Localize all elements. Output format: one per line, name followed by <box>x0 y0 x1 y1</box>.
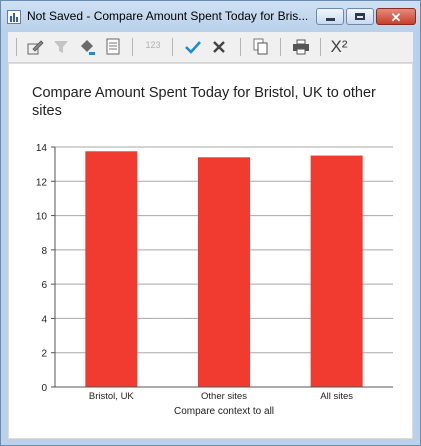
chart-window: Not Saved - Compare Amount Spent Today f… <box>0 0 421 446</box>
edit-icon[interactable] <box>24 36 46 58</box>
y-tick-label: 14 <box>36 143 48 154</box>
x-icon[interactable] <box>208 36 230 58</box>
x-tick-label: Bristol, UK <box>89 391 135 402</box>
number-format-icon[interactable]: 123 <box>142 36 164 58</box>
y-tick-label: 6 <box>41 280 47 291</box>
y-tick-label: 8 <box>41 246 47 257</box>
close-button[interactable]: ✕ <box>376 8 416 25</box>
y-tick-label: 4 <box>41 314 47 325</box>
window-title: Not Saved - Compare Amount Spent Today f… <box>27 9 309 23</box>
toolbar-separator <box>172 38 173 56</box>
bar <box>85 151 138 387</box>
print-icon[interactable] <box>290 36 312 58</box>
y-tick-label: 2 <box>41 349 47 360</box>
bar-chart: 0 2 4 6 8 10 12 14 Bristol, UK Other sites All sit… <box>36 143 393 417</box>
x-axis-label: Compare context to all <box>174 406 274 417</box>
toolbar-separator <box>16 38 17 56</box>
formula-icon[interactable]: X² <box>328 36 350 58</box>
toolbar-separator <box>280 38 281 56</box>
copy-icon[interactable] <box>250 36 272 58</box>
chart-panel: Compare Amount Spent Today for Bristol, … <box>8 63 413 439</box>
y-tick-label: 0 <box>41 383 47 394</box>
bar <box>310 155 363 387</box>
maximize-button[interactable] <box>346 8 374 25</box>
filter-icon[interactable] <box>50 36 72 58</box>
toolbar-separator <box>240 38 241 56</box>
toolbar-separator <box>320 38 321 56</box>
y-tick-label: 12 <box>36 177 48 188</box>
document-icon[interactable] <box>102 36 124 58</box>
title-bar[interactable]: Not Saved - Compare Amount Spent Today f… <box>1 1 420 31</box>
toolbar: 123 X² <box>8 32 413 63</box>
y-tick-label: 10 <box>36 212 48 223</box>
check-icon[interactable] <box>182 36 204 58</box>
paint-bucket-icon[interactable] <box>76 36 98 58</box>
toolbar-separator <box>132 38 133 56</box>
x-tick-label: All sites <box>320 391 353 402</box>
close-icon: ✕ <box>390 10 402 25</box>
minimize-button[interactable] <box>316 8 344 25</box>
minimize-icon <box>326 18 335 21</box>
maximize-icon <box>355 13 365 20</box>
bar <box>198 157 250 387</box>
x-tick-label: Other sites <box>201 391 247 402</box>
bar-chart-icon <box>7 10 21 24</box>
